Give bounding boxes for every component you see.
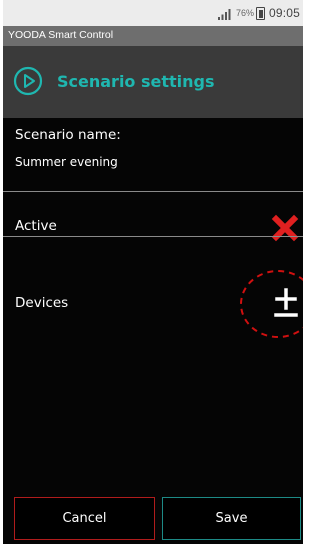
scenario-name-value[interactable]: Summer evening [15,155,118,169]
battery-percent: 76% [236,8,255,18]
page-title: Scenario settings [57,72,215,91]
app-bar: YOODA Smart Control [3,26,303,46]
app-title: YOODA Smart Control [8,29,114,41]
devices-label: Devices [15,295,69,311]
signal-icon [218,9,231,20]
divider [3,236,303,237]
active-label: Active [15,218,57,234]
divider [3,191,303,192]
cancel-button[interactable]: Cancel [14,497,155,540]
close-x-icon[interactable] [271,214,299,242]
status-time: 09:05 [269,6,301,20]
plus-minus-icon[interactable] [269,284,303,322]
status-bar: 76% 09:05 [3,0,303,26]
save-button[interactable]: Save [162,497,301,540]
page-header: Scenario settings [3,46,303,118]
scenario-name-label: Scenario name: [15,127,121,143]
phone-screen: 76% 09:05 YOODA Smart Control Scenario s… [3,0,303,544]
battery-icon [256,7,265,20]
play-circle-icon [13,66,43,96]
